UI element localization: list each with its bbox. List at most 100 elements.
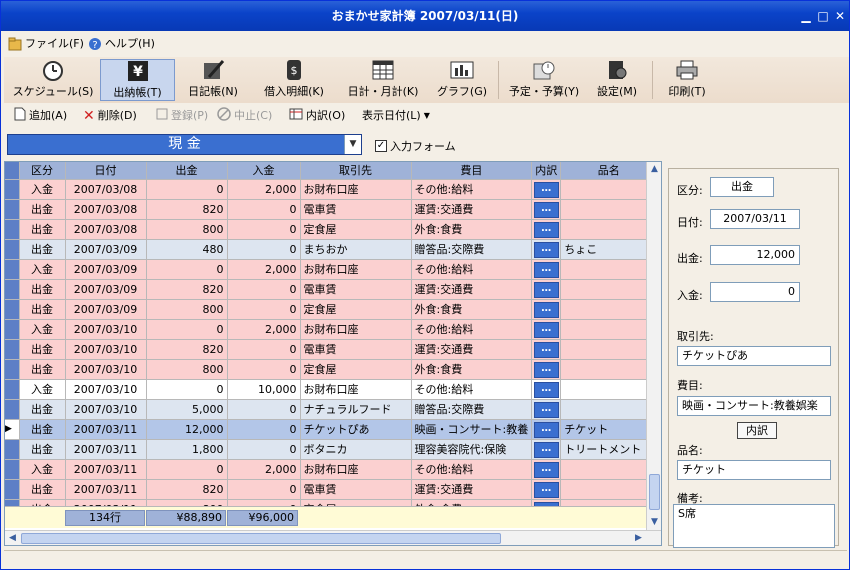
row-selector[interactable]: ▶ — [5, 419, 20, 440]
table-row[interactable]: 入金 2007/03/09 0 2,000 お財布口座 その他:給料… — [5, 259, 658, 280]
kubun-label: 区分: — [677, 184, 703, 197]
row-selector[interactable] — [5, 459, 20, 480]
chevron-down-icon[interactable]: ▼ — [344, 135, 361, 154]
row-breakdown-button[interactable]: … — [533, 361, 559, 378]
table-row[interactable]: 入金 2007/03/10 0 2,000 お財布口座 その他:給料… — [5, 319, 658, 340]
col-in-header[interactable]: 入金 — [227, 162, 301, 180]
daily-monthly-button[interactable]: 日計・月計(K) — [342, 59, 424, 101]
row-breakdown-button[interactable]: … — [533, 341, 559, 358]
settings-button[interactable]: 設定(M) — [593, 59, 641, 101]
row-selector[interactable] — [5, 259, 20, 280]
table-row[interactable]: 入金 2007/03/10 0 10,000 お財布口座 その他:給料… — [5, 379, 658, 400]
table-row[interactable]: 出金 2007/03/10 5,000 0 ナチュラルフード 贈答品:交際費… — [5, 399, 658, 420]
row-breakdown-button[interactable]: … — [533, 201, 559, 218]
table-row[interactable]: 出金 2007/03/10 820 0 電車賃 運賃:交通費… — [5, 339, 658, 360]
col-item-header[interactable]: 品名 — [560, 162, 658, 180]
form-breakdown-button[interactable]: 内訳 — [737, 422, 777, 439]
input-form-checkbox[interactable]: ✓ 入力フォーム — [375, 138, 456, 154]
scroll-down-icon[interactable]: ▼ — [647, 515, 661, 530]
col-out-header[interactable]: 出金 — [146, 162, 228, 180]
row-selector[interactable] — [5, 379, 20, 400]
col-partner-header[interactable]: 取引先 — [300, 162, 412, 180]
row-selector[interactable] — [5, 299, 20, 320]
register-button[interactable]: 登録(P) — [156, 108, 208, 124]
cancel-button[interactable]: 中止(C) — [217, 106, 272, 124]
close-icon[interactable]: ✕ — [832, 8, 848, 24]
budget-button[interactable]: 予定・予算(Y) — [506, 59, 582, 101]
scroll-right-icon[interactable]: ▶ — [631, 531, 646, 545]
col-kubun-header[interactable]: 区分 — [19, 162, 66, 180]
row-selector[interactable] — [5, 339, 20, 360]
add-button[interactable]: 追加(A) — [14, 107, 67, 124]
print-button[interactable]: 印刷(T) — [661, 59, 713, 101]
minimize-icon[interactable]: ▁ — [798, 8, 814, 24]
row-selector[interactable] — [5, 199, 20, 220]
date-field[interactable]: 2007/03/11 — [710, 209, 800, 229]
note-field[interactable]: S席 — [673, 504, 835, 548]
col-breakdown-header[interactable]: 内訳 — [531, 162, 562, 180]
out-field[interactable]: 12,000 — [710, 245, 800, 265]
row-selector[interactable] — [5, 179, 20, 200]
row-selector[interactable] — [5, 439, 20, 460]
row-breakdown-button[interactable]: … — [533, 481, 559, 498]
table-row[interactable]: 入金 2007/03/11 0 2,000 お財布口座 その他:給料… — [5, 459, 658, 480]
category-field[interactable]: 映画・コンサート:教養娯楽 — [677, 396, 831, 416]
cell-breakdown: … — [531, 179, 562, 200]
graph-button[interactable]: グラフ(G) — [436, 59, 488, 101]
horizontal-scrollbar[interactable]: ◀ ▶ — [5, 530, 661, 545]
table-row[interactable]: 出金 2007/03/11 1,800 0 ボタニカ 理容美容院代:保険… トリートメント — [5, 439, 658, 460]
horizontal-scroll-thumb[interactable] — [21, 533, 501, 544]
col-category-header[interactable]: 費目 — [411, 162, 533, 180]
kubun-field[interactable]: 出金 — [710, 177, 774, 197]
row-breakdown-button[interactable]: … — [533, 281, 559, 298]
delete-button[interactable]: ✕ 削除(D) — [83, 108, 137, 124]
vertical-scrollbar[interactable]: ▲ ▼ — [646, 162, 661, 530]
row-selector[interactable] — [5, 279, 20, 300]
scroll-up-icon[interactable]: ▲ — [647, 162, 661, 177]
table-row[interactable]: 出金 2007/03/08 820 0 電車賃 運賃:交通費… — [5, 199, 658, 220]
table-row[interactable]: 出金 2007/03/09 480 0 まちおか 贈答品:交際費… ちょこ — [5, 239, 658, 260]
table-row[interactable]: 出金 2007/03/09 820 0 電車賃 運賃:交通費… — [5, 279, 658, 300]
row-breakdown-button[interactable]: … — [533, 401, 559, 418]
row-selector[interactable] — [5, 319, 20, 340]
row-selector[interactable] — [5, 479, 20, 500]
partner-field[interactable]: チケットぴあ — [677, 346, 831, 366]
diary-button[interactable]: 日記帳(N) — [182, 59, 244, 101]
table-row[interactable]: 入金 2007/03/08 0 2,000 お財布口座 その他:給料… — [5, 179, 658, 200]
row-breakdown-button[interactable]: … — [533, 181, 559, 198]
cell-category: その他:給料 — [411, 319, 533, 340]
table-row[interactable]: 出金 2007/03/11 820 0 電車賃 運賃:交通費… — [5, 479, 658, 500]
row-breakdown-button[interactable]: … — [533, 261, 559, 278]
checkbox-icon[interactable]: ✓ — [375, 140, 387, 152]
row-breakdown-button[interactable]: … — [533, 221, 559, 238]
row-breakdown-button[interactable]: … — [533, 461, 559, 478]
display-date-button[interactable]: 表示日付(L) ▼ — [362, 108, 430, 124]
row-breakdown-button[interactable]: … — [533, 381, 559, 398]
row-selector[interactable] — [5, 399, 20, 420]
row-selector[interactable] — [5, 239, 20, 260]
loan-button[interactable]: $ 借入明細(K) — [258, 59, 330, 101]
scroll-left-icon[interactable]: ◀ — [5, 531, 20, 545]
row-breakdown-button[interactable]: … — [533, 421, 559, 438]
item-field[interactable]: チケット — [677, 460, 831, 480]
row-selector[interactable] — [5, 219, 20, 240]
schedule-button[interactable]: スケジュール(S) — [12, 59, 94, 101]
row-breakdown-button[interactable]: … — [533, 301, 559, 318]
ledger-button[interactable]: ¥ 出納帳(T) — [100, 59, 175, 101]
table-row[interactable]: 出金 2007/03/08 800 0 定食屋 外食:食費… — [5, 219, 658, 240]
breakdown-button[interactable]: 内訳(O) — [289, 108, 345, 124]
row-breakdown-button[interactable]: … — [533, 321, 559, 338]
row-breakdown-button[interactable]: … — [533, 441, 559, 458]
table-row[interactable]: 出金 2007/03/10 800 0 定食屋 外食:食費… — [5, 359, 658, 380]
table-row[interactable]: ▶ 出金 2007/03/11 12,000 0 チケットぴあ 映画・コンサート:教養… チケ… — [5, 419, 658, 440]
vertical-scroll-thumb[interactable] — [649, 474, 660, 510]
in-field[interactable]: 0 — [710, 282, 800, 302]
menu-help[interactable]: ? ヘルプ(H) — [88, 35, 155, 53]
row-selector[interactable] — [5, 359, 20, 380]
account-select[interactable]: 現 金 ▼ — [7, 134, 362, 155]
table-row[interactable]: 出金 2007/03/09 800 0 定食屋 外食:食費… — [5, 299, 658, 320]
row-breakdown-button[interactable]: … — [533, 241, 559, 258]
maximize-icon[interactable]: □ — [815, 8, 831, 24]
menu-file[interactable]: ファイル(F) — [8, 35, 84, 53]
col-date-header[interactable]: 日付 — [65, 162, 147, 180]
